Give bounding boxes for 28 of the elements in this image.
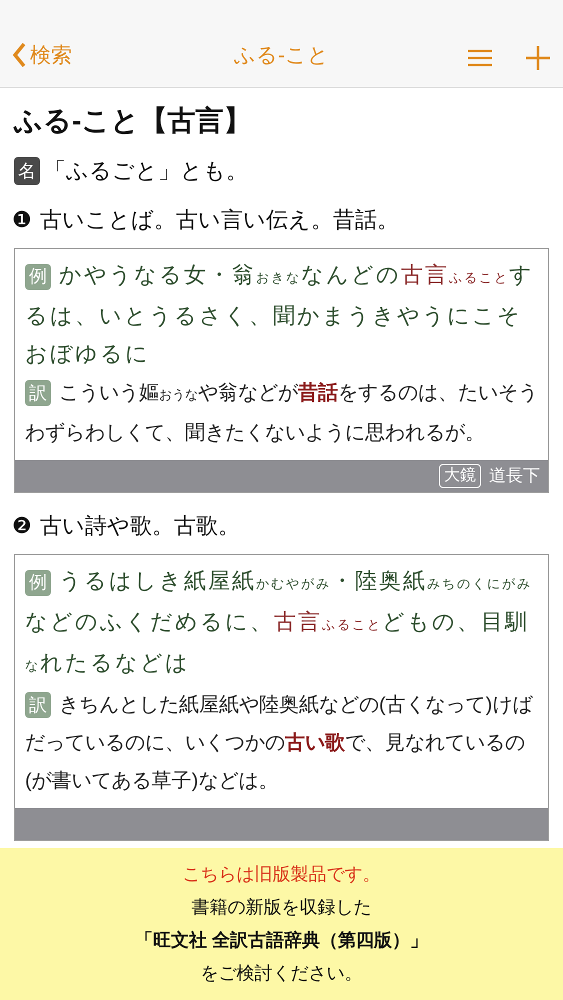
sense-definition: 古い詩や歌。古歌。 (40, 512, 240, 540)
plus-icon (525, 45, 551, 71)
nav-title: ふる-こと (233, 42, 330, 68)
notice-text: 書籍の新版を収録した (192, 896, 372, 919)
source-chapter: 道長下 (489, 465, 540, 488)
headword: ふる-こと【古言】 (12, 104, 252, 138)
menu-icon (467, 48, 493, 68)
add-button[interactable] (525, 45, 551, 71)
menu-button[interactable] (467, 48, 493, 68)
translation-label: 訳 (25, 380, 51, 406)
product-name: 「旺文社 全訳古語辞典（第四版）」 (134, 929, 428, 952)
sense-number: ❶ (12, 208, 32, 230)
example-text: 例 かやうなる女・翁 おきな なんどの古言ふること するは、いとうるさく、聞かまうきやうにこそおぼゆるに (24, 262, 535, 369)
part-of-speech-tag: 名 (14, 156, 40, 184)
entry-note: 「ふるごと」とも。 (44, 157, 248, 185)
example-label: 例 (25, 264, 51, 290)
translation-label: 訳 (25, 692, 51, 718)
example-text: 例 うるはしき紙屋紙 かむやがみ・陸奥紙 みちのくにがみ などのふくだめるに、古言ふること どもの、目馴 な れたるなどは (24, 568, 533, 678)
translation-text: 訳 きちんとした紙屋紙や陸奥紙などの(古くなって)けばだっているのに、いくつかの古い歌で、見なれているの(が書いてある草子)などは。 (24, 691, 534, 794)
source-book: 大鏡 (439, 464, 481, 488)
notice-warning: こちらは旧版製品です。 (182, 863, 380, 886)
back-button[interactable]: 検索 (12, 40, 132, 71)
example-label: 例 (25, 570, 51, 596)
translation-text: 訳 こういう嫗おうなや翁などが昔話をするのは、たいそうわずらわしくて、聞きたくないように思われるが。 (24, 379, 539, 446)
notice-text: をご検討ください。 (200, 962, 362, 985)
sense-definition: 古いことば。古い言い伝え。昔話。 (40, 206, 399, 234)
chevron-left-icon (12, 42, 26, 68)
sense-number: ❷ (12, 514, 32, 536)
